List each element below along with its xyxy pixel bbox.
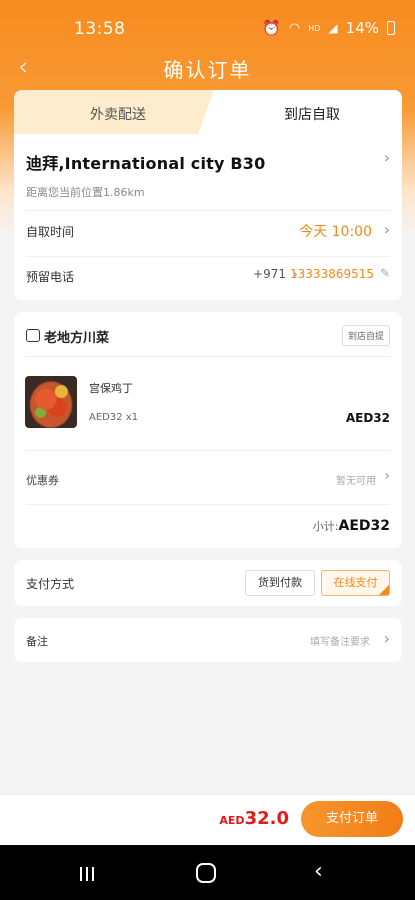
edit-icon[interactable]: ✎	[380, 266, 390, 280]
pay-online-button[interactable]: 在线支付	[321, 570, 390, 596]
subtotal: 小计:AED32	[313, 518, 390, 534]
food-price: AED32	[89, 412, 123, 423]
divider	[26, 450, 390, 451]
signal-icon: ◢	[328, 21, 338, 35]
status-icons: ⏰ ◠ HD ◢ 14%	[262, 19, 395, 37]
pickup-time-value: 今天 10:00	[299, 224, 372, 240]
back-icon[interactable]: ‹	[314, 859, 323, 884]
chevron-right-icon[interactable]: ›	[384, 148, 390, 167]
home-icon[interactable]	[196, 863, 216, 883]
subtotal-label: 小计:	[312, 520, 339, 533]
system-nav-bar: ‹	[0, 845, 415, 900]
pickup-card: 外卖配送 到店自取 迪拜,International city B30 距离您当…	[14, 90, 402, 300]
tab-pickup[interactable]: 到店自取	[202, 90, 402, 134]
store-address[interactable]: 迪拜,International city B30 距离您当前位置1.86km	[26, 150, 386, 200]
store-icon	[26, 329, 40, 342]
payment-card: 支付方式 货到付款 在线支付	[14, 560, 402, 606]
food-total: AED32	[345, 411, 390, 425]
coupon-value[interactable]: 暂无可用	[336, 472, 376, 487]
subtotal-value: AED32	[338, 518, 390, 534]
chevron-right-icon: ›	[383, 220, 390, 239]
divider	[26, 356, 390, 357]
chevron-right-icon[interactable]: ›	[384, 468, 390, 484]
page-title: 确认订单	[163, 58, 252, 82]
divider	[26, 210, 390, 211]
wifi-icon: ◠	[288, 20, 301, 36]
phone-label: 预留电话	[26, 270, 75, 284]
pickup-time-row[interactable]: 自取时间 今天 10:00 ›	[26, 220, 390, 243]
coupon-label: 优惠券	[26, 474, 59, 487]
payment-label: 支付方式	[26, 577, 75, 591]
phone-number[interactable]: 13333869515	[290, 267, 374, 281]
nav-bar: ‹ 确认订单	[0, 48, 415, 88]
divider	[26, 256, 390, 257]
pay-order-button[interactable]: 支付订单	[301, 801, 403, 837]
note-label: 备注	[26, 635, 48, 648]
food-name: 宫保鸡丁	[89, 382, 133, 395]
total-amount: 32.0	[244, 808, 289, 829]
pickup-badge: 到店自提	[341, 325, 390, 346]
tab-delivery[interactable]: 外卖配送	[14, 90, 214, 134]
phone-row[interactable]: 预留电话 +971 › 13333869515 ✎	[26, 265, 390, 288]
note-card[interactable]: 备注 填写备注要求 ›	[14, 618, 402, 662]
pickup-time-label: 自取时间	[26, 225, 75, 239]
divider	[26, 504, 390, 505]
pay-cod-button[interactable]: 货到付款	[245, 570, 315, 596]
battery-icon	[387, 21, 395, 35]
note-placeholder[interactable]: 填写备注要求	[310, 633, 370, 648]
order-card: 老地方川菜 到店自提 宫保鸡丁 AED32 x1 AED32 优惠券 暂无可用 …	[14, 312, 402, 548]
status-time: 13:58	[74, 19, 126, 39]
food-qty: x1	[125, 412, 139, 423]
alarm-icon: ⏰	[262, 19, 281, 37]
order-total: AED32.0	[219, 808, 289, 829]
hd-icon: HD	[308, 23, 321, 33]
store-distance: 距离您当前位置1.86km	[26, 186, 145, 199]
tab-delivery-label: 外卖配送	[90, 107, 146, 123]
food-image	[25, 376, 77, 428]
store-name: 迪拜,International city B30	[26, 154, 266, 173]
tab-pickup-label: 到店自取	[284, 107, 340, 123]
shop-name: 老地方川菜	[44, 331, 110, 346]
total-currency: AED	[219, 814, 245, 827]
food-unit-price: AED32 x1	[89, 412, 138, 423]
recent-apps-icon[interactable]	[80, 867, 94, 881]
phone-country-code[interactable]: +971	[253, 267, 286, 281]
chevron-right-icon[interactable]: ›	[384, 629, 390, 648]
checkout-bar: AED32.0 支付订单	[0, 794, 415, 845]
delivery-mode-tabs: 外卖配送 到店自取	[14, 90, 402, 134]
battery-level: 14%	[345, 19, 379, 37]
